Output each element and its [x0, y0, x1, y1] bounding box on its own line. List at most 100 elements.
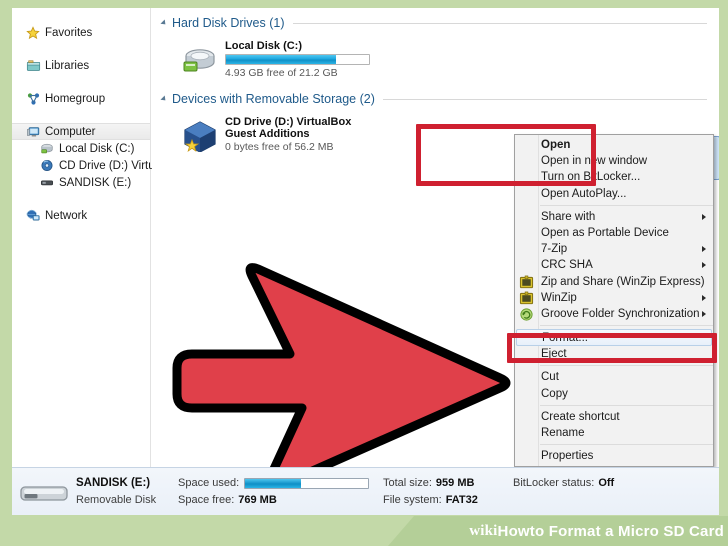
menu-item-open[interactable]: Open: [515, 137, 713, 153]
network-icon: [26, 209, 43, 223]
menu-label: CRC SHA: [541, 259, 593, 272]
menu-label: Properties: [541, 450, 594, 463]
menu-label: Eject: [541, 348, 567, 361]
explorer-window: Favorites Libraries Homegroup Computer L…: [12, 8, 719, 515]
menu-item-turn-on-bitlocker[interactable]: Turn on BitLocker...: [515, 169, 713, 185]
sidebar-item-network[interactable]: Network: [12, 207, 150, 224]
sidebar-label: Libraries: [45, 59, 90, 72]
space-used-label: Space used:: [178, 477, 240, 489]
menu-item-copy[interactable]: Copy: [515, 385, 713, 401]
sidebar-label: Computer: [45, 125, 96, 138]
sidebar-item-cd-drive-d[interactable]: CD Drive (D:) Virtual: [12, 157, 164, 174]
menu-label: Cut: [541, 371, 559, 384]
menu-item-crc-sha[interactable]: CRC SHA: [515, 257, 713, 273]
menu-item-rename[interactable]: Rename: [515, 425, 713, 441]
tile-body: CD Drive (D:) VirtualBox Guest Additions…: [221, 114, 383, 158]
details-space-column: Space used: Space free: 769 MB: [178, 475, 383, 509]
cddrive-icon: [40, 159, 57, 172]
harddisk-icon: [179, 38, 221, 82]
sidebar-item-libraries[interactable]: Libraries: [12, 57, 150, 74]
winzip-icon: [519, 275, 534, 290]
menu-label: Turn on BitLocker...: [541, 171, 641, 184]
tile-body: Local Disk (C:) 4.93 GB free of 21.2 GB: [221, 38, 383, 82]
menu-label: Groove Folder Synchronization: [541, 307, 700, 320]
space-free-value: 769 MB: [238, 494, 277, 506]
screenshot-root: Favorites Libraries Homegroup Computer L…: [0, 0, 728, 546]
drive-name: Local Disk (C:): [225, 40, 303, 52]
drive-tile-local-disk-c[interactable]: Local Disk (C:) 4.93 GB free of 21.2 GB: [176, 36, 386, 84]
removable-icon: [12, 477, 76, 507]
sidebar-label: Network: [45, 209, 88, 222]
star-icon: [26, 25, 43, 40]
menu-item-cut[interactable]: Cut: [515, 369, 713, 385]
menu-label: Open in new window: [541, 155, 648, 168]
menu-label: 7-Zip: [541, 243, 568, 256]
menu-item-open-as-portable-device[interactable]: Open as Portable Device: [515, 225, 713, 241]
space-free-label: Space free:: [178, 494, 235, 506]
sidebar-item-local-disk-c[interactable]: Local Disk (C:): [12, 140, 150, 157]
menu-label: Open AutoPlay...: [541, 187, 627, 200]
chevron-right-icon: [702, 246, 706, 253]
menu-item-open-autoplay[interactable]: Open AutoPlay...: [515, 186, 713, 202]
menu-item-properties[interactable]: Properties: [515, 448, 713, 464]
menu-item-zip-and-share[interactable]: Zip and Share (WinZip Express): [515, 274, 713, 290]
menu-item-open-in-new-window[interactable]: Open in new window: [515, 153, 713, 169]
wikihow-watermark: wiki How to Format a Micro SD Card: [469, 516, 728, 546]
chevron-down-icon[interactable]: [160, 95, 168, 103]
details-drive-identity: SANDISK (E:) Removable Disk: [76, 475, 168, 509]
watermark-how: How: [497, 522, 530, 540]
removable-icon: [40, 176, 57, 189]
menu-separator: [540, 325, 713, 327]
menu-label: Format...: [542, 331, 589, 344]
menu-item-create-shortcut[interactable]: Create shortcut: [515, 409, 713, 425]
file-system-label: File system:: [383, 494, 442, 506]
group-title: Devices with Removable Storage (2): [172, 92, 375, 106]
sidebar-label: CD Drive (D:) Virtual: [59, 159, 164, 172]
computer-icon: [26, 125, 43, 139]
groove-icon: [519, 307, 534, 322]
winzip-icon: [519, 291, 534, 306]
chevron-right-icon: [702, 213, 706, 220]
group-header-removable-storage[interactable]: Devices with Removable Storage (2): [152, 92, 719, 106]
total-size-label: Total size:: [383, 477, 432, 489]
capacity-text: 0 bytes free of 56.2 MB: [225, 141, 334, 153]
menu-label: Open: [541, 139, 571, 152]
details-size-column: Total size: 959 MB File system: FAT32: [383, 475, 513, 509]
chevron-right-icon: [702, 294, 706, 301]
menu-item-eject[interactable]: Eject: [515, 346, 713, 362]
group-header-hard-disk-drives[interactable]: Hard Disk Drives (1): [152, 16, 719, 30]
chevron-down-icon[interactable]: [160, 19, 168, 27]
menu-item-winzip[interactable]: WinZip: [515, 290, 713, 306]
sidebar-label: Homegroup: [45, 92, 106, 105]
menu-label: Copy: [541, 387, 568, 400]
menu-separator: [540, 365, 713, 367]
libraries-icon: [26, 59, 43, 73]
menu-label: Zip and Share (WinZip Express): [541, 275, 705, 288]
chevron-right-icon: [702, 310, 706, 317]
sidebar-item-computer[interactable]: Computer: [12, 123, 150, 140]
sidebar-item-favorites[interactable]: Favorites: [12, 24, 150, 41]
drive-tile-cd-drive-d[interactable]: CD Drive (D:) VirtualBox Guest Additions…: [176, 112, 386, 160]
homegroup-icon: [26, 92, 43, 106]
group-divider: [292, 22, 707, 24]
menu-item-format[interactable]: Format...: [516, 329, 712, 347]
group-divider: [382, 98, 707, 100]
context-menu[interactable]: Open Open in new window Turn on BitLocke…: [514, 134, 714, 468]
sidebar-item-homegroup[interactable]: Homegroup: [12, 90, 150, 107]
capacity-bar: [225, 54, 370, 65]
watermark-wiki: wiki: [469, 522, 498, 539]
watermark-caption: to Format a Micro SD Card: [529, 522, 724, 540]
bitlocker-value: Off: [598, 477, 615, 489]
menu-separator: [540, 404, 713, 406]
menu-label: Share with: [541, 210, 596, 223]
menu-item-groove-folder-synchronization[interactable]: Groove Folder Synchronization: [515, 306, 713, 322]
menu-item-share-with[interactable]: Share with: [515, 209, 713, 225]
details-drive-name: SANDISK (E:): [76, 477, 151, 489]
menu-separator: [540, 444, 713, 445]
sidebar-label: Local Disk (C:): [59, 142, 135, 155]
menu-item-7-zip[interactable]: 7-Zip: [515, 241, 713, 257]
harddisk-icon: [40, 142, 57, 155]
menu-separator: [540, 204, 713, 206]
drive-name: CD Drive (D:) VirtualBox Guest Additions: [225, 116, 352, 140]
sidebar-item-sandisk-e[interactable]: SANDISK (E:): [12, 174, 150, 191]
